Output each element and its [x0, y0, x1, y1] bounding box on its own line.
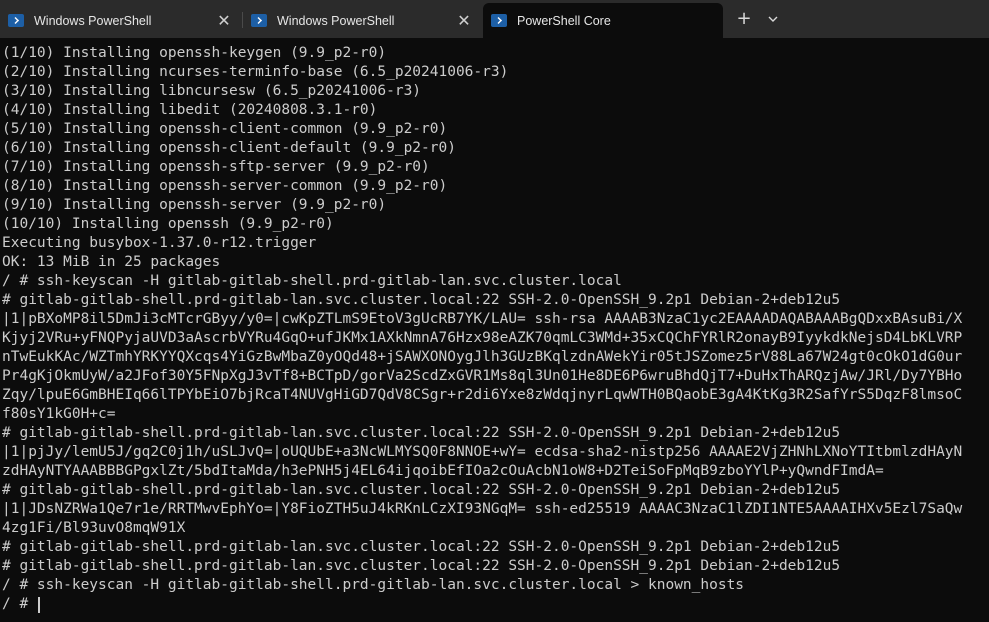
terminal-line: Zqy/lpuE6GmBHEIq66lTPYbEiO7bjRcaT4NUVgHi… [2, 387, 963, 403]
terminal-line: # gitlab-gitlab-shell.prd-gitlab-lan.svc… [2, 292, 841, 308]
terminal-line: |1|pjJy/lemU5J/gq2C0j1h/uSLJvQ=|oUQUbE+a… [2, 444, 963, 460]
terminal-output[interactable]: (1/10) Installing openssh-keygen (9.9_p2… [0, 44, 989, 622]
text-cursor [37, 596, 40, 613]
terminal-line: |1|pBXoMP8il5DmJi3cMTcrGByy/y0=|cwKpZTLm… [2, 311, 963, 327]
terminal-line: # gitlab-gitlab-shell.prd-gitlab-lan.svc… [2, 558, 841, 574]
powershell-icon [251, 14, 267, 27]
terminal-line: (8/10) Installing openssh-server-common … [2, 178, 448, 194]
terminal-line: 4zg1Fi/Bl93uvO8mqW91X [2, 520, 186, 536]
close-tab-icon[interactable]: ✕ [456, 12, 472, 29]
powershell-icon [8, 14, 24, 27]
terminal-line: f80sY1kG0H+c= [2, 406, 116, 422]
terminal-line: OK: 13 MiB in 25 packages [2, 254, 221, 270]
terminal-line: (10/10) Installing openssh (9.9_p2-r0) [2, 216, 334, 232]
terminal-line: Pr4gKjOkmUyW/a2JFof30Y5FNpXgJ3vTf8+BCTpD… [2, 368, 963, 384]
terminal-line: / # ssh-keyscan -H gitlab-gitlab-shell.p… [2, 577, 745, 593]
tab-powershell-core[interactable]: PowerShell Core [483, 3, 723, 38]
new-tab-button[interactable]: + [734, 9, 754, 29]
tab-windows-powershell-2[interactable]: Windows PowerShell ✕ [243, 3, 482, 38]
tab-windows-powershell-1[interactable]: Windows PowerShell ✕ [0, 3, 242, 38]
tab-bar: Windows PowerShell ✕ Windows PowerShell … [0, 0, 989, 38]
terminal-line: (4/10) Installing libedit (20240808.3.1-… [2, 102, 378, 118]
terminal-line: # gitlab-gitlab-shell.prd-gitlab-lan.svc… [2, 539, 841, 555]
tab-title: Windows PowerShell [277, 13, 395, 28]
powershell-icon [491, 14, 507, 27]
terminal-line: (5/10) Installing openssh-client-common … [2, 121, 448, 137]
prompt-text: / # [2, 596, 29, 612]
terminal-line: zdHAyNTYAAABBBGPgxlZt/5bdItaMda/h3ePNH5j… [2, 463, 884, 479]
tab-title: Windows PowerShell [34, 13, 152, 28]
close-tab-icon[interactable]: ✕ [216, 12, 232, 29]
terminal-line: (2/10) Installing ncurses-terminfo-base … [2, 64, 509, 80]
tab-title: PowerShell Core [517, 13, 611, 28]
terminal-line: |1|JDsNZRWa1Qe7r1e/RRTMwvEphYo=|Y8FioZTH… [2, 501, 963, 517]
terminal-line: (3/10) Installing libncursesw (6.5_p2024… [2, 83, 422, 99]
terminal-line: Kjyj2VRu+yFNQPyjaUVD3aAscrbVYRu4GqO+ufJK… [2, 330, 963, 346]
terminal-line: (9/10) Installing openssh-server (9.9_p2… [2, 197, 387, 213]
terminal-line: # gitlab-gitlab-shell.prd-gitlab-lan.svc… [2, 482, 841, 498]
terminal-line: (1/10) Installing openssh-keygen (9.9_p2… [2, 45, 387, 61]
terminal-line: (7/10) Installing openssh-sftp-server (9… [2, 159, 430, 175]
terminal-line: (6/10) Installing openssh-client-default… [2, 140, 456, 156]
terminal-line: Executing busybox-1.37.0-r12.trigger [2, 235, 317, 251]
prompt-line[interactable]: / # [0, 595, 989, 614]
terminal-line: # gitlab-gitlab-shell.prd-gitlab-lan.svc… [2, 425, 841, 441]
terminal-line: nTwEukKAc/WZTmhYRKYYQXcqs4YiGzBwMbaZ0yOQ… [2, 349, 963, 365]
terminal-line: / # ssh-keyscan -H gitlab-gitlab-shell.p… [2, 273, 622, 289]
chevron-down-icon[interactable] [764, 10, 782, 28]
